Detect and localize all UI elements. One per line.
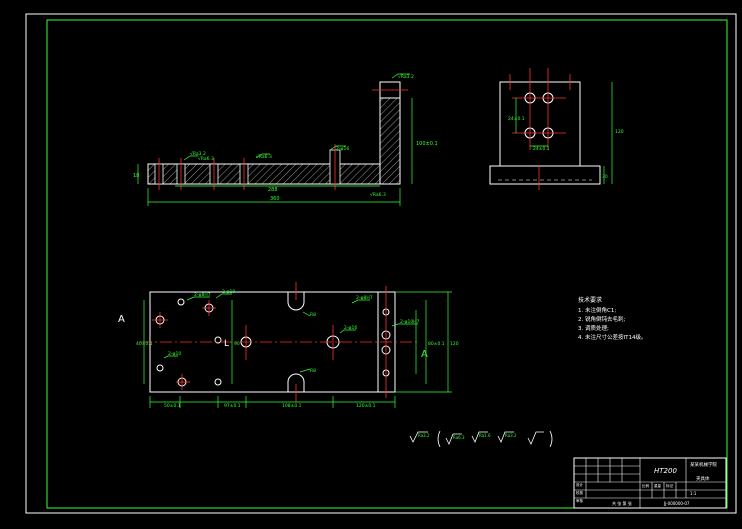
- plan-view: A A L 2-φ8H7 2-φ10 2-φ10 2-φ16 2-φ8H7 2-…: [118, 282, 459, 409]
- inner-border: [46, 19, 728, 509]
- plan-bottom-dim-3: 108±0.1: [282, 403, 302, 409]
- tech-req-item-2: 2. 锐角倒钝去毛刺;: [578, 315, 625, 323]
- plan-dim-width: 120: [450, 341, 459, 347]
- title-cell-4: 比例: [642, 483, 650, 488]
- outer-border: [25, 13, 737, 514]
- rough-4: Ra3.2: [505, 433, 517, 438]
- plan-label-center: 2-φ16: [344, 325, 357, 331]
- title-cell-3: 审核: [576, 498, 584, 503]
- section-mark-right: A: [421, 349, 428, 360]
- side-upright: [499, 81, 581, 167]
- rough-2: Ra6.3: [453, 435, 465, 440]
- side-dim-base: 30: [602, 174, 608, 180]
- title-cell-2: 校核: [576, 490, 584, 495]
- side-base: [489, 165, 601, 185]
- title-part-name: 夹具体: [696, 475, 710, 482]
- center-mark: L: [224, 339, 229, 349]
- title-cell-1: 设计: [576, 482, 584, 487]
- side-dim-h: 24±0.1: [533, 146, 550, 152]
- tech-req-item-3: 3. 调质处理;: [578, 324, 609, 332]
- title-cell-5: 重量: [654, 483, 662, 488]
- plan-hole-1: [177, 298, 185, 306]
- plan-dim-left-v: 40±0.1: [136, 341, 153, 347]
- plan-bottom-dim-1: 50±0.1: [164, 403, 181, 409]
- title-drawing-no: JJ-000000-07: [663, 501, 690, 506]
- cad-drawing: 360 288 18 100±0.1 √Ra3.2 √Ra6.3 √Ra6.3 …: [25, 13, 737, 514]
- front-upright: [379, 97, 401, 185]
- side-view: 24±0.1 24±0.1 120 30: [489, 68, 624, 190]
- front-label-3: √Ra6.3: [256, 154, 272, 160]
- tech-req-title: 技术要求: [578, 296, 602, 304]
- rough-3: Ra1.6: [479, 433, 491, 438]
- title-scale: 1:1: [690, 491, 697, 496]
- plan-label-hole-c: 2-φ10: [168, 351, 181, 357]
- front-label-4: 2-φ16: [336, 146, 349, 152]
- plan-label-right-mid: 2-φ10H7: [400, 319, 420, 325]
- plan-hole-5: [156, 364, 164, 372]
- side-dim-v: 24±0.1: [508, 116, 525, 122]
- dim-overall-length: 360: [270, 196, 280, 202]
- front-label-2: √Ra6.3: [198, 156, 214, 162]
- section-mark-left: A: [118, 314, 125, 325]
- plan-hole-7: [214, 378, 222, 386]
- plan-dim-mid-v: 90: [234, 341, 240, 347]
- front-label-6: √Ra6.3: [370, 192, 386, 198]
- roughness-row: Ra3.2 Ra6.3 Ra1.6 Ra3.2: [409, 430, 553, 448]
- title-school: 某某机械学院: [690, 461, 717, 468]
- plan-dim-right-v: 80±0.1: [428, 341, 445, 347]
- title-block: HT200 某某机械学院 夹具体 JJ-000000-07 1:1 共 张 第 …: [573, 457, 727, 509]
- title-sheet: 共 张 第 张: [612, 500, 632, 506]
- plan-label-right-top: 2-φ8H7: [356, 295, 373, 301]
- side-dim-height: 120: [615, 129, 624, 135]
- rough-1: Ra3.2: [418, 433, 430, 438]
- dim-right-height: 100±0.1: [416, 141, 438, 147]
- title-material: HT200: [654, 467, 677, 475]
- plan-label-hole-a: 2-φ8H7: [194, 292, 211, 298]
- title-cell-6: 标记: [666, 483, 674, 488]
- plan-label-slot-top: R8: [310, 312, 316, 318]
- front-view: 360 288 18 100±0.1 √Ra3.2 √Ra6.3 √Ra6.3 …: [133, 73, 438, 206]
- tech-req-item-4: 4. 未注尺寸公差按IT14级。: [578, 333, 646, 341]
- tech-req-item-1: 1. 未注倒角C1;: [578, 306, 616, 314]
- dim-left-height: 18: [133, 173, 139, 179]
- plan-label-slot-bottom: R8: [310, 368, 316, 374]
- plan-bottom-dim-4: 120±0.1: [356, 403, 376, 409]
- tech-requirements: 技术要求 1. 未注倒角C1; 2. 锐角倒钝去毛刺; 3. 调质处理; 4. …: [578, 296, 646, 341]
- plan-bottom-dim-2: 97±0.1: [224, 403, 241, 409]
- front-label-5: √Ra3.2: [398, 74, 414, 80]
- plan-label-hole-b: 2-φ10: [222, 289, 235, 295]
- dim-step-length: 288: [268, 187, 278, 193]
